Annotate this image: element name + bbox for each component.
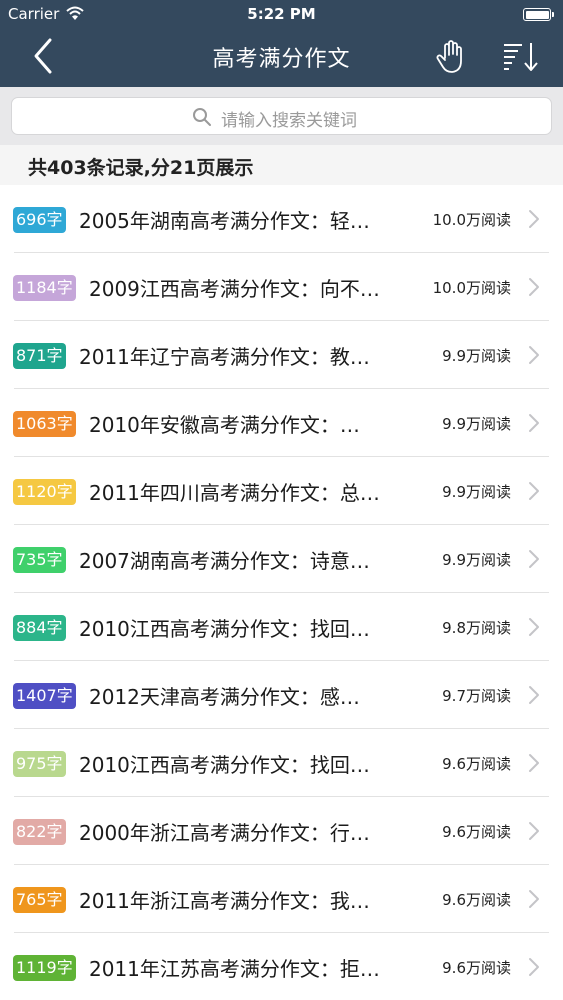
read-count: 9.6万阅读 (442, 823, 511, 841)
word-count-badge: 1063字 (13, 411, 76, 437)
essay-title: 2010年安徽高考满分作文：… (89, 413, 360, 437)
word-count-badge: 1407字 (13, 683, 76, 709)
chevron-right-icon (529, 482, 539, 500)
chevron-right-icon (529, 278, 539, 296)
word-count-badge: 735字 (13, 547, 66, 573)
hand-icon[interactable] (434, 38, 468, 74)
list-item[interactable]: 1120字 2011年四川高考满分作文：总… 9.9万阅读 (0, 457, 563, 525)
essay-title: 2011年江苏高考满分作文：拒… (89, 957, 380, 981)
chevron-right-icon (529, 754, 539, 772)
status-bar: Carrier 5:22 PM (0, 0, 563, 28)
essay-title: 2011年辽宁高考满分作文：教… (79, 345, 370, 369)
word-count-badge: 822字 (13, 819, 66, 845)
chevron-right-icon (529, 210, 539, 228)
chevron-right-icon (529, 346, 539, 364)
page-title: 高考满分作文 (212, 47, 351, 72)
battery-icon (523, 8, 554, 21)
list-item[interactable]: 975字 2010江西高考满分作文：找回… 9.6万阅读 (0, 729, 563, 797)
read-count: 10.0万阅读 (432, 211, 511, 229)
read-count: 9.6万阅读 (442, 959, 511, 977)
chevron-right-icon (529, 958, 539, 976)
chevron-right-icon (529, 414, 539, 432)
app-screen: Carrier 5:22 PM 高考满分作文 请输入搜索关键词 共403条记录,… (0, 0, 563, 1000)
search-input[interactable]: 请输入搜索关键词 (11, 97, 552, 135)
chevron-right-icon (529, 890, 539, 908)
chevron-right-icon (529, 822, 539, 840)
list-item[interactable]: 765字 2011年浙江高考满分作文：我… 9.6万阅读 (0, 865, 563, 933)
list-item[interactable]: 1119字 2011年江苏高考满分作文：拒… 9.6万阅读 (0, 933, 563, 1000)
word-count-badge: 884字 (13, 615, 66, 641)
essay-title: 2011年浙江高考满分作文：我… (79, 889, 370, 913)
word-count-badge: 1120字 (13, 479, 76, 505)
chevron-right-icon (529, 686, 539, 704)
result-summary: 共403条记录,分21页展示 (0, 145, 563, 185)
word-count-badge: 871字 (13, 343, 66, 369)
read-count: 10.0万阅读 (432, 279, 511, 297)
word-count-badge: 975字 (13, 751, 66, 777)
essay-title: 2010江西高考满分作文：找回… (79, 617, 370, 641)
search-icon (193, 108, 211, 126)
essay-title: 2010江西高考满分作文：找回… (79, 753, 370, 777)
essay-title: 2011年四川高考满分作文：总… (89, 481, 380, 505)
list-item[interactable]: 871字 2011年辽宁高考满分作文：教… 9.9万阅读 (0, 321, 563, 389)
read-count: 9.9万阅读 (442, 551, 511, 569)
read-count: 9.9万阅读 (442, 415, 511, 433)
word-count-badge: 765字 (13, 887, 66, 913)
essay-title: 2012天津高考满分作文：感… (89, 685, 360, 709)
list-item[interactable]: 735字 2007湖南高考满分作文：诗意… 9.9万阅读 (0, 525, 563, 593)
list-item[interactable]: 1407字 2012天津高考满分作文：感… 9.7万阅读 (0, 661, 563, 729)
search-placeholder: 请输入搜索关键词 (221, 111, 357, 131)
chevron-right-icon (529, 550, 539, 568)
essay-list: 696字 2005年湖南高考满分作文：轻… 10.0万阅读 1184字 2009江西高考… (0, 185, 563, 1000)
read-count: 9.8万阅读 (442, 619, 511, 637)
list-item[interactable]: 884字 2010江西高考满分作文：找回… 9.8万阅读 (0, 593, 563, 661)
essay-title: 2005年湖南高考满分作文：轻… (79, 209, 370, 233)
essay-title: 2009江西高考满分作文：向不… (89, 277, 380, 301)
list-item[interactable]: 696字 2005年湖南高考满分作文：轻… 10.0万阅读 (0, 185, 563, 253)
essay-title: 2007湖南高考满分作文：诗意… (79, 549, 370, 573)
read-count: 9.6万阅读 (442, 755, 511, 773)
word-count-badge: 696字 (13, 207, 66, 233)
read-count: 9.6万阅读 (442, 891, 511, 909)
list-item[interactable]: 1063字 2010年安徽高考满分作文：… 9.9万阅读 (0, 389, 563, 457)
clock: 5:22 PM (247, 5, 316, 23)
top-bar: Carrier 5:22 PM 高考满分作文 (0, 0, 563, 87)
word-count-badge: 1184字 (13, 275, 76, 301)
list-item[interactable]: 1184字 2009江西高考满分作文：向不… 10.0万阅读 (0, 253, 563, 321)
sort-icon[interactable] (502, 40, 540, 72)
essay-title: 2000年浙江高考满分作文：行… (79, 821, 370, 845)
list-item[interactable]: 822字 2000年浙江高考满分作文：行… 9.6万阅读 (0, 797, 563, 865)
read-count: 9.9万阅读 (442, 347, 511, 365)
read-count: 9.7万阅读 (442, 687, 511, 705)
word-count-badge: 1119字 (13, 955, 76, 981)
chevron-right-icon (529, 618, 539, 636)
search-bar: 请输入搜索关键词 (0, 87, 563, 145)
result-count-text: 共403条记录,分21页展示 (28, 157, 254, 179)
read-count: 9.9万阅读 (442, 483, 511, 501)
